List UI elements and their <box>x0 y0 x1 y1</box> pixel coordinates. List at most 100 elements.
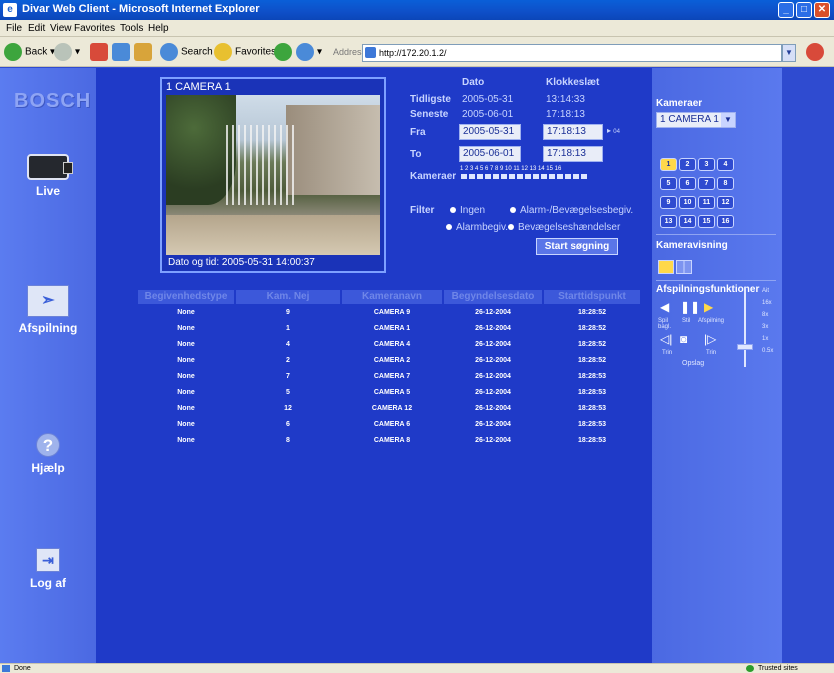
nav-live[interactable]: Live <box>22 154 74 198</box>
nav-hjaelp[interactable]: ? Hjælp <box>22 433 74 475</box>
camera-button-12[interactable]: 12 <box>717 196 734 209</box>
header-starttidspunkt[interactable]: Starttidspunkt <box>544 290 640 304</box>
camera-button-5[interactable]: 5 <box>660 177 677 190</box>
quad-view-button[interactable] <box>676 260 692 274</box>
camera-button-2[interactable]: 2 <box>679 158 696 171</box>
camera-checkbox[interactable] <box>484 173 492 180</box>
camera-button-10[interactable]: 10 <box>679 196 696 209</box>
camera-checkbox[interactable] <box>532 173 540 180</box>
camera-button-3[interactable]: 3 <box>698 158 715 171</box>
fra-time-spinner[interactable]: ▸ 04 <box>607 126 620 135</box>
search-button[interactable]: Search <box>160 43 213 61</box>
table-row[interactable]: None 5 CAMERA 5 26-12-2004 18:28:53 <box>138 385 642 400</box>
camera-button-6[interactable]: 6 <box>679 177 696 190</box>
start-search-button[interactable]: Start søgning <box>536 238 618 255</box>
menu-favorites[interactable]: Favorites <box>74 23 115 34</box>
maximize-button[interactable]: □ <box>796 2 812 18</box>
camera-checkbox[interactable] <box>508 173 516 180</box>
menu-help[interactable]: Help <box>148 23 169 34</box>
speed-slider-track[interactable] <box>744 287 746 367</box>
speed-slider-thumb[interactable] <box>737 344 753 350</box>
camera-button-8[interactable]: 8 <box>717 177 734 190</box>
menu-edit[interactable]: Edit <box>28 23 45 34</box>
step-back-icon[interactable]: ◁| <box>660 332 672 346</box>
minimize-button[interactable]: _ <box>778 2 794 18</box>
camera-button-15[interactable]: 15 <box>698 215 715 228</box>
back-button[interactable]: Back ▾ <box>4 43 55 61</box>
camera-button-11[interactable]: 11 <box>698 196 715 209</box>
menu-file[interactable]: File <box>6 23 22 34</box>
camera-checkbox[interactable] <box>548 173 556 180</box>
camera-checkbox[interactable] <box>460 173 468 180</box>
history-button[interactable] <box>274 43 295 61</box>
camera-checkbox[interactable] <box>572 173 580 180</box>
table-row[interactable]: None 6 CAMERA 6 26-12-2004 18:28:53 <box>138 417 642 432</box>
cell-kam-nej: 7 <box>286 373 290 380</box>
play-icon[interactable]: ▶ <box>704 300 713 314</box>
header-begivenhedstype[interactable]: Begivenhedstype <box>138 290 234 304</box>
camera-checkbox[interactable] <box>556 173 564 180</box>
camera-button-1[interactable]: 1 <box>660 158 677 171</box>
pause-icon[interactable]: ❚❚ <box>680 300 700 314</box>
camera-checkbox[interactable] <box>468 173 476 180</box>
camera-checkbox[interactable] <box>516 173 524 180</box>
step-forward-icon[interactable]: |▷ <box>704 332 716 346</box>
home-button[interactable] <box>134 43 155 61</box>
camera-button-16[interactable]: 16 <box>717 215 734 228</box>
camera-checkbox[interactable] <box>492 173 500 180</box>
table-row[interactable]: None 9 CAMERA 9 26-12-2004 18:28:52 <box>138 305 642 320</box>
filter-alarm-bev-radio[interactable]: Alarm-/Bevægelsesbegiv. <box>510 205 633 216</box>
snapshot-icon[interactable]: ◙ <box>680 332 687 346</box>
header-begyndelsesdato[interactable]: Begyndelsesdato <box>444 290 542 304</box>
refresh-button[interactable] <box>112 43 133 61</box>
menu-tools[interactable]: Tools <box>120 23 143 34</box>
fra-date-input[interactable]: 2005-05-31 <box>459 124 521 140</box>
nav-logaf[interactable]: ⇥ Log af <box>22 548 74 590</box>
speed-label: 3x <box>762 324 769 330</box>
table-row[interactable]: None 7 CAMERA 7 26-12-2004 18:28:53 <box>138 369 642 384</box>
camera-checkbox[interactable] <box>580 173 588 180</box>
camera-button-7[interactable]: 7 <box>698 177 715 190</box>
camera-button-13[interactable]: 13 <box>660 215 677 228</box>
filter-bevaegelse-radio[interactable]: Bevægelseshændelser <box>508 222 620 233</box>
forward-button[interactable]: ▾ <box>54 43 80 61</box>
camera-checkbox[interactable] <box>540 173 548 180</box>
to-date-input[interactable]: 2005-06-01 <box>459 146 521 162</box>
camera-checkbox[interactable] <box>500 173 508 180</box>
camera-checkbox[interactable] <box>524 173 532 180</box>
table-row[interactable]: None 1 CAMERA 1 26-12-2004 18:28:52 <box>138 321 642 336</box>
camera-checkbox[interactable] <box>564 173 572 180</box>
nav-afspilning[interactable]: ➣ Afspilning <box>10 285 86 335</box>
filter-ingen-radio[interactable]: Ingen <box>450 205 485 216</box>
camera-button-4[interactable]: 4 <box>717 158 734 171</box>
camera-checkbox[interactable] <box>476 173 484 180</box>
cell-starttidspunkt: 18:28:53 <box>577 421 607 428</box>
play-backward-icon[interactable]: ◀ <box>660 300 669 314</box>
filter-alarmbegiv-radio[interactable]: Alarmbegiv. <box>446 222 508 233</box>
back-label: Back <box>25 46 48 58</box>
to-time-input[interactable]: 17:18:13 <box>543 146 603 162</box>
favorites-button[interactable]: Favorites <box>214 43 276 61</box>
table-row[interactable]: None 4 CAMERA 4 26-12-2004 18:28:52 <box>138 337 642 352</box>
stop-button[interactable] <box>90 43 111 61</box>
cell-begivenhedstype: None <box>177 389 195 396</box>
norton-button[interactable] <box>806 43 827 61</box>
single-view-button[interactable] <box>658 260 674 274</box>
mail-button[interactable]: ▾ <box>296 43 322 61</box>
table-row[interactable]: None 12 CAMERA 12 26-12-2004 18:28:53 <box>138 401 642 416</box>
cell-kam-nej: 9 <box>286 309 290 316</box>
camera-button-9[interactable]: 9 <box>660 196 677 209</box>
menu-view[interactable]: View <box>50 23 72 34</box>
address-dropdown-button[interactable]: ▼ <box>782 44 796 62</box>
table-row[interactable]: None 8 CAMERA 8 26-12-2004 18:28:53 <box>138 433 642 448</box>
cell-kam-nej: 12 <box>284 405 292 412</box>
header-kameranavn[interactable]: Kameranavn <box>342 290 442 304</box>
table-row[interactable]: None 2 CAMERA 2 26-12-2004 18:28:52 <box>138 353 642 368</box>
address-field[interactable]: http://172.20.1.2/ <box>362 44 782 62</box>
camera-select[interactable]: 1 CAMERA 1 ▼ <box>656 112 736 128</box>
close-button[interactable]: ✕ <box>814 2 830 18</box>
camera-button-14[interactable]: 14 <box>679 215 696 228</box>
header-kam-nej[interactable]: Kam. Nej <box>236 290 340 304</box>
cell-begyndelsesdato: 26-12-2004 <box>475 357 511 364</box>
fra-time-input[interactable]: 17:18:13 <box>543 124 603 140</box>
